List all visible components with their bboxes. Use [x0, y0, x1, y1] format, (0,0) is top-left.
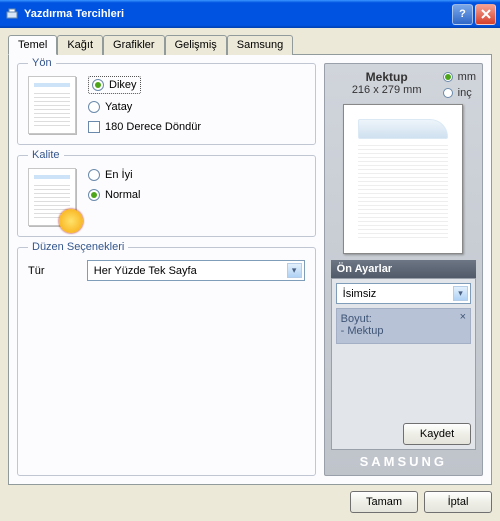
radio-normal-label: Normal [105, 188, 140, 202]
cancel-button[interactable]: İptal [424, 491, 492, 513]
save-preset-button[interactable]: Kaydet [403, 423, 471, 445]
tab-advanced[interactable]: Gelişmiş [165, 35, 227, 55]
close-button[interactable] [475, 4, 496, 25]
presets-header: Ön Ayarlar [331, 260, 476, 278]
close-icon[interactable]: × [460, 311, 466, 323]
unit-in-label: inç [458, 86, 472, 100]
presets-value: İsimsiz [343, 288, 453, 300]
tab-paper[interactable]: Kağıt [57, 35, 103, 55]
paper-name: Mektup [331, 70, 443, 84]
ok-button[interactable]: Tamam [350, 491, 418, 513]
quality-title: Kalite [28, 149, 64, 161]
radio-landscape[interactable]: Yatay [88, 100, 201, 114]
layout-group: Düzen Seçenekleri Tür Her Yüzde Tek Sayf… [17, 247, 316, 476]
ok-label: Tamam [366, 496, 402, 508]
radio-unit-mm[interactable]: mm [443, 70, 476, 84]
tab-graphics[interactable]: Grafikler [103, 35, 165, 55]
presets-info: × Boyut: - Mektup [336, 308, 471, 344]
layout-type-value: Her Yüzde Tek Sayfa [94, 265, 287, 277]
radio-best-label: En İyi [105, 168, 133, 182]
quality-group: Kalite En İyi Normal [17, 155, 316, 237]
unit-mm-label: mm [458, 70, 476, 84]
right-column: Mektup 216 x 279 mm mm inç Ön Ayarlar İs… [324, 63, 483, 476]
help-button[interactable]: ? [452, 4, 473, 25]
orientation-thumb [28, 76, 76, 134]
tabstrip: Temel Kağıt Grafikler Gelişmiş Samsung [8, 34, 492, 54]
orientation-title: Yön [28, 57, 56, 69]
paper-dims: 216 x 279 mm [331, 84, 443, 96]
tab-panel: Yön Dikey Yatay 180 Derece Döndür [8, 54, 492, 485]
radio-landscape-label: Yatay [105, 100, 132, 114]
tab-basic[interactable]: Temel [8, 35, 57, 55]
chevron-down-icon: ▾ [287, 263, 302, 278]
quality-thumb [28, 168, 76, 226]
titlebar: Yazdırma Tercihleri ? [0, 0, 500, 28]
radio-portrait-label: Dikey [109, 78, 137, 92]
left-column: Yön Dikey Yatay 180 Derece Döndür [17, 63, 316, 476]
radio-normal[interactable]: Normal [88, 188, 140, 202]
quality-badge-icon [59, 209, 83, 233]
chevron-down-icon: ▾ [453, 286, 468, 301]
layout-type-combo[interactable]: Her Yüzde Tek Sayfa ▾ [87, 260, 305, 281]
presets-box: İsimsiz ▾ × Boyut: - Mektup Kaydet [331, 278, 476, 450]
presets-combo[interactable]: İsimsiz ▾ [336, 283, 471, 304]
save-preset-label: Kaydet [420, 428, 454, 440]
window-title: Yazdırma Tercihleri [24, 8, 450, 20]
brand-logo: SAMSUNG [331, 450, 476, 471]
tab-samsung[interactable]: Samsung [227, 35, 293, 55]
radio-best[interactable]: En İyi [88, 168, 140, 182]
paper-info: Mektup 216 x 279 mm mm inç [331, 70, 476, 100]
layout-type-label: Tür [28, 265, 75, 277]
dialog-footer: Tamam İptal [8, 485, 492, 513]
printer-icon [4, 6, 20, 22]
radio-unit-inch[interactable]: inç [443, 86, 472, 100]
window-body: Temel Kağıt Grafikler Gelişmiş Samsung Y… [0, 28, 500, 521]
layout-title: Düzen Seçenekleri [28, 241, 128, 253]
check-rotate180-label: 180 Derece Döndür [105, 120, 201, 134]
presets-info-label: Boyut: [341, 313, 466, 325]
cancel-label: İptal [448, 496, 469, 508]
page-preview [343, 104, 463, 254]
orientation-group: Yön Dikey Yatay 180 Derece Döndür [17, 63, 316, 145]
radio-portrait[interactable]: Dikey [88, 76, 201, 94]
presets-info-value: - Mektup [341, 325, 466, 337]
check-rotate180[interactable]: 180 Derece Döndür [88, 120, 201, 134]
